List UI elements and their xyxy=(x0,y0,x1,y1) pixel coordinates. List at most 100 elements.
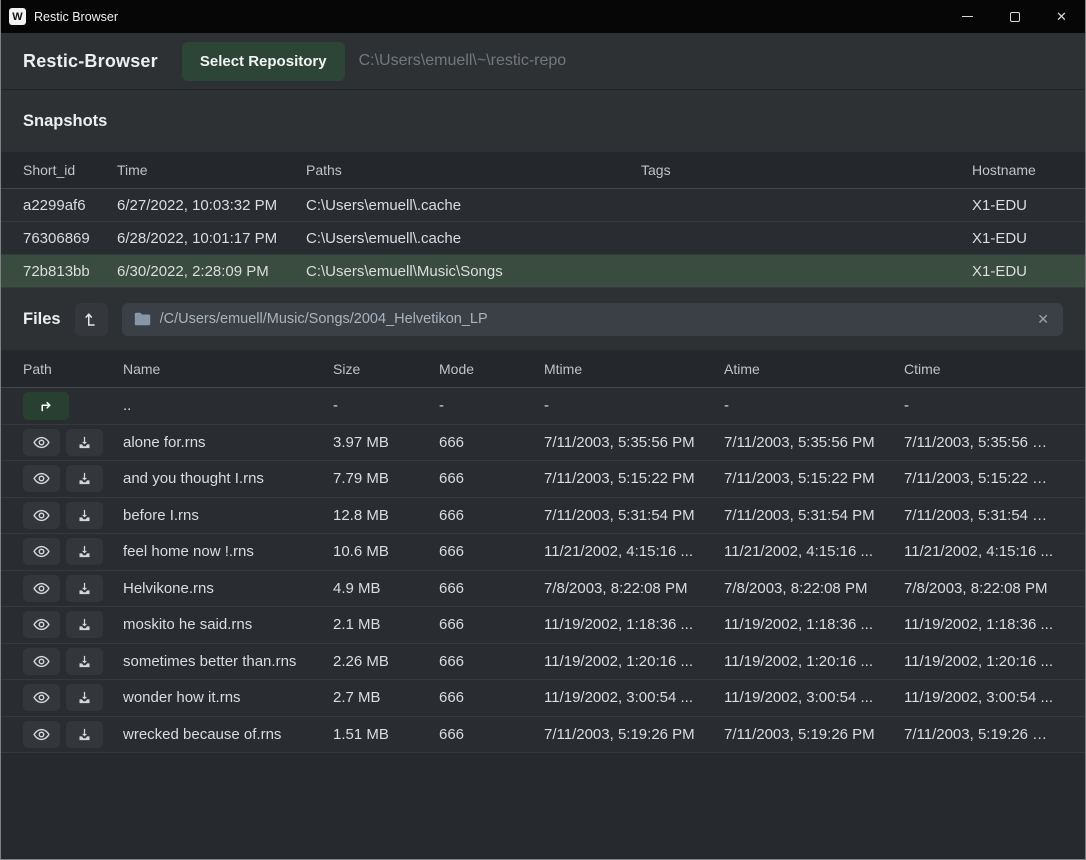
file-row[interactable]: alone for.rns 3.97 MB 666 7/11/2003, 5:3… xyxy=(1,425,1085,462)
file-row[interactable]: before I.rns 12.8 MB 666 7/11/2003, 5:31… xyxy=(1,498,1085,535)
file-atime: 11/19/2002, 1:20:16 ... xyxy=(724,653,904,670)
snapshot-row[interactable]: a2299af6 6/27/2022, 10:03:32 PM C:\Users… xyxy=(1,189,1085,222)
eye-icon xyxy=(33,545,50,558)
download-button[interactable] xyxy=(66,465,103,492)
file-size: 2.1 MB xyxy=(333,616,439,633)
eye-icon xyxy=(33,655,50,668)
file-row[interactable]: wrecked because of.rns 1.51 MB 666 7/11/… xyxy=(1,717,1085,754)
preview-button[interactable] xyxy=(23,502,60,529)
file-mode: 666 xyxy=(439,434,544,451)
snapshot-hostname: X1-EDU xyxy=(972,230,1063,247)
file-mtime: 11/19/2002, 1:20:16 ... xyxy=(544,653,724,670)
file-row[interactable]: and you thought I.rns 7.79 MB 666 7/11/2… xyxy=(1,461,1085,498)
download-icon xyxy=(77,690,92,705)
clear-path-icon[interactable]: ✕ xyxy=(1035,311,1051,328)
close-icon: ✕ xyxy=(1056,10,1067,23)
download-icon xyxy=(77,544,92,559)
file-mode: 666 xyxy=(439,507,544,524)
go-to-root-button[interactable] xyxy=(75,303,108,336)
up-level-icon xyxy=(82,310,100,328)
preview-button[interactable] xyxy=(23,721,60,748)
download-button[interactable] xyxy=(66,502,103,529)
file-size: 7.79 MB xyxy=(333,470,439,487)
file-atime: 11/19/2002, 3:00:54 ... xyxy=(724,689,904,706)
maximize-button[interactable] xyxy=(991,0,1038,33)
column-name: Name xyxy=(123,361,333,377)
file-size: 3.97 MB xyxy=(333,434,439,451)
file-mtime: 7/8/2003, 8:22:08 PM xyxy=(544,580,724,597)
file-row[interactable]: moskito he said.rns 2.1 MB 666 11/19/200… xyxy=(1,607,1085,644)
files-path-input[interactable]: /C/Users/emuell/Music/Songs/2004_Helveti… xyxy=(122,303,1063,336)
file-name: moskito he said.rns xyxy=(123,616,333,633)
download-button[interactable] xyxy=(66,648,103,675)
preview-button[interactable] xyxy=(23,575,60,602)
download-icon xyxy=(77,617,92,632)
snapshot-row[interactable]: 76306869 6/28/2022, 10:01:17 PM C:\Users… xyxy=(1,222,1085,255)
file-mtime: 7/11/2003, 5:31:54 PM xyxy=(544,507,724,524)
folder-icon xyxy=(134,312,151,326)
file-name: alone for.rns xyxy=(123,434,333,451)
preview-button[interactable] xyxy=(23,465,60,492)
file-name: and you thought I.rns xyxy=(123,470,333,487)
app-window: W Restic Browser ✕ Restic-Browser Select… xyxy=(0,0,1086,860)
snapshot-short-id: 72b813bb xyxy=(23,263,117,280)
file-mode: 666 xyxy=(439,653,544,670)
maximize-icon xyxy=(1010,12,1020,22)
snapshot-row-selected[interactable]: 72b813bb 6/30/2022, 2:28:09 PM C:\Users\… xyxy=(1,255,1085,288)
file-row[interactable]: sometimes better than.rns 2.26 MB 666 11… xyxy=(1,644,1085,681)
app-header: Restic-Browser Select Repository C:\User… xyxy=(1,33,1085,90)
snapshot-hostname: X1-EDU xyxy=(972,197,1063,214)
files-path-value: /C/Users/emuell/Music/Songs/2004_Helveti… xyxy=(160,311,1027,327)
select-repository-button[interactable]: Select Repository xyxy=(182,42,345,81)
download-button[interactable] xyxy=(66,538,103,565)
file-mtime: 7/11/2003, 5:35:56 PM xyxy=(544,434,724,451)
file-name: feel home now !.rns xyxy=(123,543,333,560)
download-button[interactable] xyxy=(66,429,103,456)
snapshot-time: 6/28/2022, 10:01:17 PM xyxy=(117,230,306,247)
preview-button[interactable] xyxy=(23,538,60,565)
file-ctime: 11/19/2002, 1:18:36 ... xyxy=(904,616,1063,633)
preview-button[interactable] xyxy=(23,648,60,675)
preview-button[interactable] xyxy=(23,611,60,638)
file-atime: 7/11/2003, 5:35:56 PM xyxy=(724,434,904,451)
eye-icon xyxy=(33,436,50,449)
file-atime: 7/8/2003, 8:22:08 PM xyxy=(724,580,904,597)
file-ctime: 7/8/2003, 8:22:08 PM xyxy=(904,580,1063,597)
parent-directory-row[interactable]: .. - - - - - xyxy=(1,388,1085,425)
file-ctime: 11/19/2002, 1:20:16 ... xyxy=(904,653,1063,670)
minimize-button[interactable] xyxy=(944,0,991,33)
eye-icon xyxy=(33,509,50,522)
file-mode: 666 xyxy=(439,726,544,743)
download-button[interactable] xyxy=(66,684,103,711)
column-short-id: Short_id xyxy=(23,162,117,178)
download-button[interactable] xyxy=(66,721,103,748)
preview-button[interactable] xyxy=(23,684,60,711)
file-name: wrecked because of.rns xyxy=(123,726,333,743)
file-row[interactable]: Helvikone.rns 4.9 MB 666 7/8/2003, 8:22:… xyxy=(1,571,1085,608)
preview-button[interactable] xyxy=(23,429,60,456)
download-icon xyxy=(77,471,92,486)
download-button[interactable] xyxy=(66,611,103,638)
file-row[interactable]: feel home now !.rns 10.6 MB 666 11/21/20… xyxy=(1,534,1085,571)
eye-icon xyxy=(33,691,50,704)
file-ctime: 11/21/2002, 4:15:16 ... xyxy=(904,543,1063,560)
download-button[interactable] xyxy=(66,575,103,602)
file-ctime: 7/11/2003, 5:31:54 PM xyxy=(904,507,1063,524)
snapshot-short-id: 76306869 xyxy=(23,230,117,247)
file-ctime: 7/11/2003, 5:35:56 PM xyxy=(904,434,1063,451)
file-size: 12.8 MB xyxy=(333,507,439,524)
file-mtime: 7/11/2003, 5:19:26 PM xyxy=(544,726,724,743)
files-title: Files xyxy=(23,310,61,329)
file-row[interactable]: wonder how it.rns 2.7 MB 666 11/19/2002,… xyxy=(1,680,1085,717)
column-tags: Tags xyxy=(641,162,972,178)
files-section-header: Files /C/Users/emuell/Music/Songs/2004_H… xyxy=(1,288,1085,350)
file-name: sometimes better than.rns xyxy=(123,653,333,670)
column-path: Path xyxy=(23,361,123,377)
file-name: before I.rns xyxy=(123,507,333,524)
up-right-arrow-icon xyxy=(37,398,55,414)
close-button[interactable]: ✕ xyxy=(1038,0,1085,33)
file-ctime: 11/19/2002, 3:00:54 ... xyxy=(904,689,1063,706)
download-icon xyxy=(77,654,92,669)
go-up-button[interactable] xyxy=(23,392,69,420)
download-icon xyxy=(77,727,92,742)
